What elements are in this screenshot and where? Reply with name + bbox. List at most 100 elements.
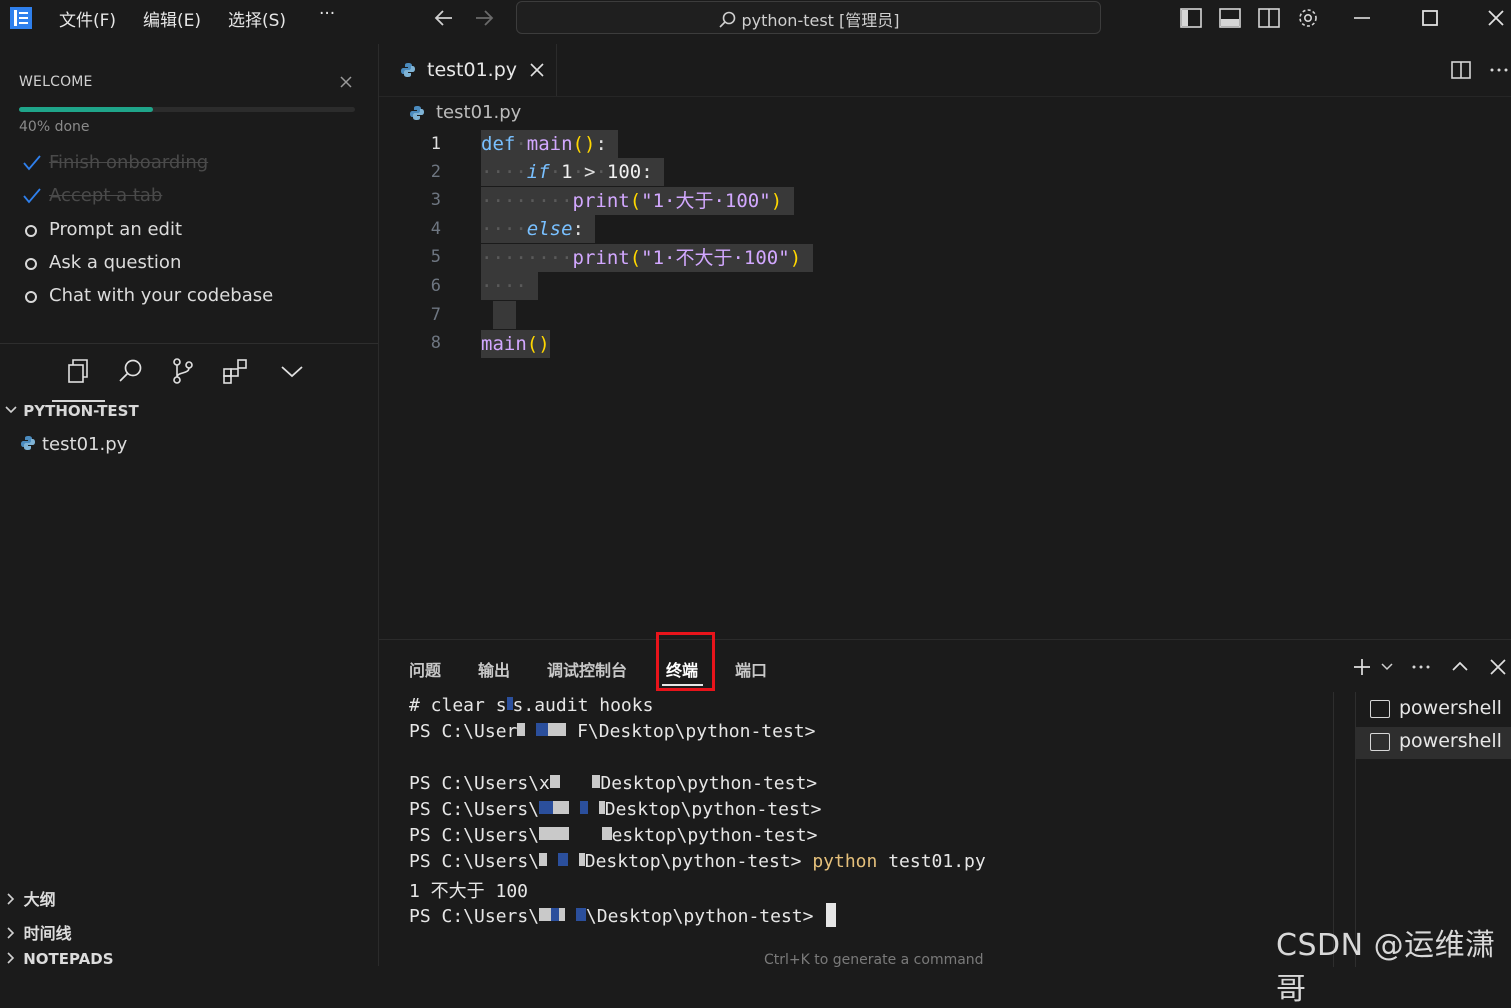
terminal-cursor	[826, 903, 837, 927]
circle-icon	[25, 258, 37, 270]
checkmark-icon	[23, 188, 41, 204]
code-token: print	[572, 247, 630, 269]
close-icon[interactable]	[1489, 658, 1507, 676]
step-label: Chat with your codebase	[49, 285, 274, 306]
split-editor-icon[interactable]	[1450, 59, 1472, 81]
line-number: 2	[430, 162, 441, 182]
close-window-icon[interactable]	[1484, 6, 1508, 30]
terminal-text: PS C:\Users\x	[409, 773, 550, 794]
line-number: 8	[430, 333, 441, 353]
command-center-label: python-test [管理员]	[741, 11, 900, 30]
code-line: main()	[481, 330, 550, 358]
search-icon[interactable]	[116, 356, 146, 386]
code-line: ····if·1·>·100:	[481, 158, 665, 186]
folder-name: PYTHON-TEST	[23, 402, 139, 420]
menu-edit[interactable]: 编辑(E)	[143, 6, 201, 31]
breadcrumb-file: test01.py	[436, 102, 522, 123]
tab-ports[interactable]: 端口	[735, 657, 767, 681]
line-number: 1	[430, 134, 441, 154]
activity-bar	[0, 352, 378, 402]
toggle-panel-icon[interactable]	[1218, 6, 1242, 30]
terminal-text: Desktop\python-test>	[584, 851, 802, 872]
code-token: "1·大于·100"	[641, 190, 771, 212]
file-item[interactable]: test01.py	[20, 434, 127, 455]
new-terminal-plus-icon[interactable]	[1351, 656, 1373, 678]
section-outline[interactable]: 大纲	[4, 886, 56, 910]
section-label: NOTEPADS	[23, 950, 114, 968]
source-control-icon[interactable]	[168, 356, 198, 386]
chevron-down-icon[interactable]	[1380, 660, 1394, 674]
code-line: ········print("1·大于·100")	[481, 187, 794, 215]
terminal-line: # clear s s.audit hooks	[409, 695, 653, 716]
code-line: ····else:	[481, 215, 596, 243]
terminal-text: \Desktop\python-test>	[585, 906, 814, 927]
section-notepads[interactable]: NOTEPADS	[4, 950, 114, 968]
python-file-icon	[410, 106, 424, 120]
command-center[interactable]: python-test [管理员]	[516, 1, 1101, 34]
terminal-text: PS C:\Users\	[409, 851, 540, 872]
code-token: ()	[572, 133, 596, 155]
terminal-text: F\Desktop\python-test>	[577, 721, 816, 742]
back-arrow-icon[interactable]	[432, 6, 456, 30]
terminal-text: Desktop\python-test>	[604, 799, 822, 820]
toggle-primary-sidebar-icon[interactable]	[1179, 6, 1203, 30]
step-label: Prompt an edit	[49, 219, 183, 240]
section-timeline[interactable]: 时间线	[4, 920, 72, 944]
chevron-up-icon[interactable]	[1450, 657, 1470, 677]
code-token: :	[595, 133, 607, 155]
settings-gear-icon[interactable]	[1296, 6, 1320, 30]
chevron-right-icon	[7, 927, 15, 939]
menu-selection[interactable]: 选择(S)	[228, 6, 286, 31]
code-token: 100	[606, 161, 642, 183]
folder-header[interactable]: PYTHON-TEST	[4, 402, 139, 420]
more-actions-icon[interactable]	[1488, 59, 1510, 81]
tab-output[interactable]: 输出	[478, 657, 510, 681]
code-token: def	[481, 133, 516, 155]
terminal-text: PS C:\User	[409, 721, 518, 742]
circle-icon	[25, 291, 37, 303]
close-icon[interactable]	[529, 62, 545, 78]
terminal-output: 1 不大于 100	[409, 877, 528, 903]
terminal-text: s.audit hooks	[512, 695, 654, 716]
close-icon[interactable]	[338, 74, 354, 90]
line-number: 3	[430, 190, 441, 210]
menu-file[interactable]: 文件(F)	[59, 6, 116, 31]
code-token: main	[481, 333, 527, 355]
divider	[0, 343, 378, 344]
minimize-icon[interactable]	[1350, 6, 1374, 30]
toggle-secondary-sidebar-icon[interactable]	[1257, 6, 1281, 30]
file-name: test01.py	[42, 434, 128, 455]
tab-test01[interactable]: test01.py	[379, 44, 557, 96]
terminal-command: python	[812, 851, 878, 872]
app-logo-icon	[10, 7, 32, 29]
terminal-instance[interactable]: powershell	[1356, 727, 1511, 759]
code-token: :	[641, 161, 653, 183]
terminal-instance-label: powershell	[1399, 730, 1502, 752]
terminal-line: PS C:\Users\ Desktop\python-test> python…	[409, 851, 986, 872]
code-token: ()	[526, 333, 550, 355]
terminal-line: PS C:\Users\ esktop\python-test>	[409, 825, 817, 846]
terminal-text: Desktop\python-test>	[600, 773, 818, 794]
forward-arrow-icon[interactable]	[472, 6, 496, 30]
code-line: ········print("1·不大于·100")	[481, 244, 813, 272]
tab-problems[interactable]: 问题	[409, 657, 441, 681]
extensions-icon[interactable]	[221, 356, 251, 386]
line-number: 6	[430, 276, 441, 296]
terminal-text: PS C:\Users\	[409, 825, 540, 846]
maximize-icon[interactable]	[1418, 6, 1442, 30]
step-label: Ask a question	[49, 252, 182, 273]
code-token: if	[526, 161, 550, 183]
line-number: 4	[430, 219, 441, 239]
terminal-instance[interactable]: powershell	[1356, 694, 1511, 726]
sidebar: WELCOME 40% done Finish onboarding Accep…	[0, 44, 379, 968]
chevron-down-icon[interactable]	[277, 356, 307, 386]
progress-text: 40% done	[19, 119, 90, 135]
more-actions-icon[interactable]	[1410, 656, 1432, 678]
menu-more[interactable]: ···	[319, 4, 335, 24]
chevron-right-icon	[7, 893, 15, 905]
explorer-files-icon[interactable]	[63, 356, 93, 386]
code-line	[493, 301, 516, 329]
tab-debug-console[interactable]: 调试控制台	[547, 657, 627, 681]
terminal-line: PS C:\User F\Desktop\python-test>	[409, 721, 815, 742]
step-label: Accept a tab	[49, 185, 163, 206]
